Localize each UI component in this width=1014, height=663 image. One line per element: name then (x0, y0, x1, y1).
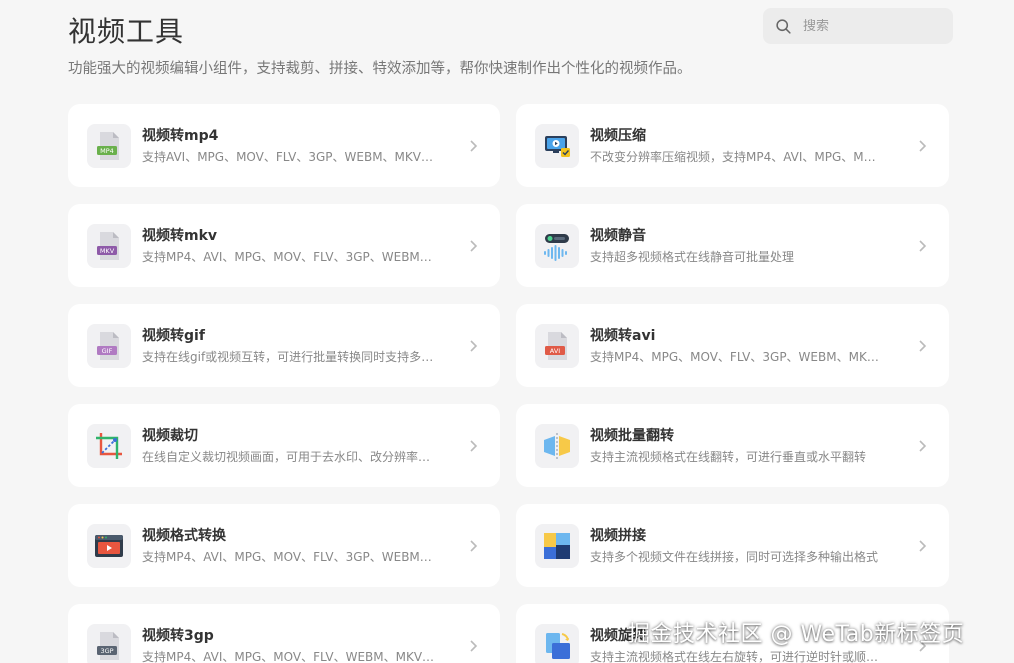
card-title: 视频静音 (590, 227, 646, 244)
card-title: 视频转gif (142, 327, 205, 344)
card-description: 在线自定义裁切视频画面，可用于去水印、改分辨率等操作 (142, 449, 436, 464)
card-description: 支持在线gif或视频互转，可进行批量转换同时支持多种格式 (142, 349, 436, 364)
merge-icon (535, 523, 579, 568)
video-compress-icon (535, 123, 579, 168)
tool-card-video-to-mp4[interactable]: MP4 视频转mp4 支持AVI、MPG、MOV、FLV、3GP、WEBM、MK… (68, 104, 500, 187)
card-description: 支持AVI、MPG、MOV、FLV、3GP、WEBM、MKV、RMVB等格式转换… (142, 149, 436, 164)
file-gif-icon: GIF (87, 323, 131, 368)
search-icon (776, 18, 791, 34)
file-badge: MP4 (100, 147, 114, 155)
card-description: 支持MP4、MPG、MOV、FLV、3GP、WEBM、MKV等格式转换为AVI (590, 349, 884, 364)
tool-card-video-to-gif[interactable]: GIF 视频转gif 支持在线gif或视频互转，可进行批量转换同时支持多种格式 (68, 304, 500, 387)
chevron-right-icon (470, 339, 478, 352)
card-title: 视频转avi (590, 327, 656, 344)
chevron-right-icon (919, 239, 927, 252)
search-box[interactable] (763, 8, 953, 44)
card-description: 支持MP4、AVI、MPG、MOV、FLV、3GP、WEBM等格式转换为MKV (142, 249, 436, 264)
watermark: 掘金技术社区 @ WeTab新标签页 (628, 622, 965, 647)
rotate-icon (535, 623, 579, 663)
card-title: 视频转3gp (142, 627, 214, 644)
chevron-right-icon (919, 539, 927, 552)
card-description: 不改变分辨率压缩视频，支持MP4、AVI、MPG、MOV等格式 (590, 149, 884, 164)
tool-card-video-flip[interactable]: 视频批量翻转 支持主流视频格式在线翻转，可进行垂直或水平翻转 (516, 404, 949, 487)
file-badge: MKV (100, 247, 115, 255)
tool-card-video-format-convert[interactable]: 视频格式转换 支持MP4、AVI、MPG、MOV、FLV、3GP、WEBM等格式… (68, 504, 500, 587)
tool-card-video-compress[interactable]: 视频压缩 不改变分辨率压缩视频，支持MP4、AVI、MPG、MOV等格式 (516, 104, 949, 187)
card-title: 视频压缩 (590, 127, 646, 144)
file-mkv-icon: MKV (87, 223, 131, 268)
crop-icon (87, 423, 131, 468)
card-title: 视频裁切 (142, 427, 198, 444)
search-input[interactable] (803, 18, 943, 34)
card-title: 视频批量翻转 (590, 427, 674, 444)
file-avi-icon: AVI (535, 323, 579, 368)
chevron-right-icon (919, 439, 927, 452)
file-badge: AVI (550, 347, 560, 355)
tool-card-video-merge[interactable]: 视频拼接 支持多个视频文件在线拼接，同时可选择多种输出格式 (516, 504, 949, 587)
card-title: 视频格式转换 (142, 527, 226, 544)
file-3gp-icon: 3GP (87, 623, 131, 663)
tool-card-video-to-avi[interactable]: AVI 视频转avi 支持MP4、MPG、MOV、FLV、3GP、WEBM、MK… (516, 304, 949, 387)
chevron-right-icon (470, 239, 478, 252)
page-description: 功能强大的视频编辑小组件，支持裁剪、拼接、特效添加等，帮你快速制作出个性化的视频… (68, 61, 692, 77)
chevron-right-icon (470, 139, 478, 152)
card-title: 视频拼接 (590, 527, 646, 544)
card-description: 支持主流视频格式在线翻转，可进行垂直或水平翻转 (590, 449, 867, 464)
chevron-right-icon (919, 339, 927, 352)
chevron-right-icon (470, 539, 478, 552)
file-badge: GIF (102, 347, 113, 355)
chevron-right-icon (470, 439, 478, 452)
card-description: 支持主流视频格式在线左右旋转，可进行逆时针或顺时针旋转 (590, 649, 884, 663)
tool-card-video-mute[interactable]: 视频静音 支持超多视频格式在线静音可批量处理 (516, 204, 949, 287)
flip-icon (535, 423, 579, 468)
card-title: 视频转mkv (142, 227, 218, 244)
video-player-icon (87, 523, 131, 568)
card-description: 支持超多视频格式在线静音可批量处理 (590, 249, 795, 264)
tool-card-video-to-3gp[interactable]: 3GP 视频转3gp 支持MP4、AVI、MPG、MOV、FLV、WEBM、MK… (68, 604, 500, 663)
file-mp4-icon: MP4 (87, 123, 131, 168)
chevron-right-icon (919, 139, 927, 152)
card-description: 支持多个视频文件在线拼接，同时可选择多种输出格式 (590, 549, 879, 564)
card-description: 支持MP4、AVI、MPG、MOV、FLV、3GP、WEBM等格式互相转换 (142, 549, 436, 564)
page-title: 视频工具 (68, 15, 185, 48)
file-badge: 3GP (100, 647, 113, 655)
tool-card-video-crop[interactable]: 视频裁切 在线自定义裁切视频画面，可用于去水印、改分辨率等操作 (68, 404, 500, 487)
chevron-right-icon (470, 639, 478, 652)
card-title: 视频转mp4 (142, 127, 219, 144)
video-mute-icon (535, 223, 579, 268)
tool-card-video-to-mkv[interactable]: MKV 视频转mkv 支持MP4、AVI、MPG、MOV、FLV、3GP、WEB… (68, 204, 500, 287)
card-description: 支持MP4、AVI、MPG、MOV、FLV、WEBM、MKV等格式转换为3GP (142, 649, 436, 663)
tool-grid: MP4 视频转mp4 支持AVI、MPG、MOV、FLV、3GP、WEBM、MK… (68, 104, 949, 663)
